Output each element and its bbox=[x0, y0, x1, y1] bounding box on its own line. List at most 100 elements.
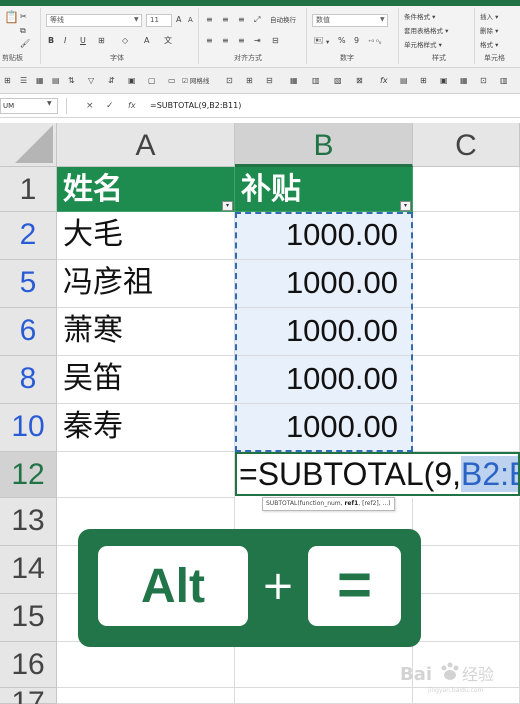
font-name-input[interactable]: 等线 bbox=[46, 14, 142, 27]
bold-button[interactable]: B bbox=[48, 36, 54, 46]
select-all-corner[interactable] bbox=[0, 123, 57, 167]
phonetic-icon[interactable]: 文 bbox=[164, 36, 172, 46]
underline-button[interactable]: U bbox=[80, 36, 86, 46]
subsidy-cell[interactable]: 1000.00 bbox=[235, 404, 413, 452]
font-shrink-icon[interactable]: A bbox=[188, 15, 193, 25]
name-cell[interactable]: 冯彦祖 bbox=[57, 260, 235, 308]
align-bottom-icon[interactable]: ≡ bbox=[238, 15, 245, 25]
insert-button[interactable]: 插入 ▾ bbox=[480, 12, 498, 22]
header-cell-name[interactable]: 姓名 bbox=[57, 167, 235, 212]
toolbar-icon[interactable]: ⊞ bbox=[246, 76, 253, 86]
italic-button[interactable]: I bbox=[64, 36, 66, 46]
cut-icon[interactable]: ✂ bbox=[20, 12, 27, 22]
cell-empty[interactable] bbox=[413, 308, 520, 356]
align-left-icon[interactable]: ≡ bbox=[206, 36, 213, 46]
cell-empty[interactable] bbox=[413, 594, 520, 642]
filter-dropdown-icon[interactable]: ▾ bbox=[400, 201, 411, 211]
confirm-icon[interactable]: ✓ bbox=[106, 100, 114, 112]
cell-empty[interactable] bbox=[235, 642, 413, 688]
insert-function-icon[interactable]: fx bbox=[128, 100, 136, 112]
table-format-button[interactable]: 套用表格格式 ▾ bbox=[404, 26, 448, 36]
align-center-icon[interactable]: ≡ bbox=[222, 36, 229, 46]
subsidy-cell[interactable]: 1000.00 bbox=[235, 212, 413, 260]
sort-icon[interactable]: ⇅ bbox=[68, 76, 75, 86]
align-right-icon[interactable]: ≡ bbox=[238, 36, 245, 46]
row-header-active[interactable]: 12 bbox=[0, 452, 57, 498]
row-header[interactable]: 6 bbox=[0, 308, 57, 356]
name-cell[interactable]: 萧寒 bbox=[57, 308, 235, 356]
cell-empty[interactable] bbox=[57, 642, 235, 688]
toolbar-icon[interactable]: ⊠ bbox=[356, 76, 363, 86]
row-header[interactable]: 13 bbox=[0, 498, 57, 546]
cell-style-button[interactable]: 单元格样式 ▾ bbox=[404, 40, 442, 50]
toolbar-icon[interactable]: ▣ bbox=[440, 76, 448, 86]
gridlines-checkbox[interactable]: ☑ 网格线 bbox=[182, 76, 209, 86]
merge-icon[interactable]: ⊟ bbox=[272, 36, 279, 46]
percent-button[interactable]: % bbox=[338, 36, 346, 46]
toolbar-icon[interactable]: ☰ bbox=[20, 76, 27, 86]
format-painter-icon[interactable]: 🖌 bbox=[20, 39, 30, 49]
paste-icon[interactable]: 📋 bbox=[4, 11, 19, 23]
chevron-down-icon[interactable]: ▼ bbox=[47, 100, 52, 107]
name-cell[interactable]: 大毛 bbox=[57, 212, 235, 260]
row-header[interactable]: 15 bbox=[0, 594, 57, 642]
align-top-icon[interactable]: ≡ bbox=[206, 15, 213, 25]
comma-style-button[interactable]: 9 bbox=[354, 36, 359, 46]
delete-button[interactable]: 删除 ▾ bbox=[480, 26, 498, 36]
fill-color-icon[interactable]: ◇ bbox=[122, 36, 128, 46]
header-cell-subsidy[interactable]: 补贴 bbox=[235, 167, 413, 212]
row-header[interactable]: 10 bbox=[0, 404, 57, 452]
align-middle-icon[interactable]: ≡ bbox=[222, 15, 229, 25]
orientation-icon[interactable]: ⤢ bbox=[254, 15, 260, 25]
cell-empty[interactable] bbox=[413, 167, 520, 212]
wrap-text-button[interactable]: 自动换行 bbox=[270, 15, 296, 25]
toolbar-icon[interactable]: ⊞ bbox=[420, 76, 427, 86]
font-size-input[interactable]: 11 bbox=[146, 14, 172, 27]
subsidy-cell[interactable]: 1000.00 bbox=[235, 356, 413, 404]
toolbar-icon[interactable]: ⊞ bbox=[4, 76, 11, 86]
name-cell[interactable]: 吴笛 bbox=[57, 356, 235, 404]
cell-empty[interactable] bbox=[413, 260, 520, 308]
editing-cell[interactable]: =SUBTOTAL(9,B2:B11 bbox=[235, 452, 520, 496]
row-header[interactable]: 2 bbox=[0, 212, 57, 260]
decimal-buttons[interactable]: ⁺⁰ ⁰₀ bbox=[368, 37, 381, 47]
row-header[interactable]: 17 bbox=[0, 688, 57, 704]
toolbar-icon[interactable]: ⊡ bbox=[480, 76, 487, 86]
toolbar-icon[interactable]: ▤ bbox=[52, 76, 60, 86]
cell-empty[interactable] bbox=[57, 452, 235, 498]
toolbar-icon[interactable]: ▦ bbox=[36, 76, 44, 86]
formula-input[interactable]: =SUBTOTAL(9,B2:B11) bbox=[150, 100, 241, 112]
cell-empty[interactable] bbox=[413, 356, 520, 404]
toolbar-icon[interactable]: ▥ bbox=[500, 76, 508, 86]
sort-icon[interactable]: ⇵ bbox=[108, 76, 115, 86]
cancel-icon[interactable]: × bbox=[86, 100, 94, 112]
toolbar-icon[interactable]: ▭ bbox=[168, 76, 176, 86]
chevron-down-icon[interactable]: ▼ bbox=[134, 16, 139, 23]
toolbar-icon[interactable]: ⊟ bbox=[266, 76, 273, 86]
font-grow-icon[interactable]: A bbox=[176, 15, 181, 25]
format-button[interactable]: 格式 ▾ bbox=[480, 40, 498, 50]
row-header[interactable]: 8 bbox=[0, 356, 57, 404]
cell-empty[interactable] bbox=[57, 688, 235, 704]
column-header-b[interactable]: B bbox=[235, 123, 413, 167]
row-header[interactable]: 16 bbox=[0, 642, 57, 688]
copy-icon[interactable]: ⧉ bbox=[20, 26, 26, 36]
number-format-select[interactable]: 数值 bbox=[312, 14, 388, 27]
subsidy-cell[interactable]: 1000.00 bbox=[235, 260, 413, 308]
subsidy-cell[interactable]: 1000.00 bbox=[235, 308, 413, 356]
borders-icon[interactable]: ⊞ bbox=[98, 36, 105, 46]
cell-empty[interactable] bbox=[413, 546, 520, 594]
currency-icon[interactable]: 🖭 bbox=[314, 36, 323, 46]
toolbar-icon[interactable]: ▥ bbox=[312, 76, 320, 86]
toolbar-icon[interactable]: ⊡ bbox=[226, 76, 233, 86]
cell-empty[interactable] bbox=[413, 212, 520, 260]
toolbar-icon[interactable]: ▦ bbox=[290, 76, 298, 86]
conditional-format-button[interactable]: 条件格式 ▾ bbox=[404, 12, 435, 22]
cell-empty[interactable] bbox=[413, 404, 520, 452]
toolbar-icon[interactable]: ▧ bbox=[334, 76, 342, 86]
filter-icon[interactable]: ▽ bbox=[88, 76, 94, 86]
row-header[interactable]: 5 bbox=[0, 260, 57, 308]
filter-dropdown-icon[interactable]: ▾ bbox=[222, 201, 233, 211]
font-color-icon[interactable]: A bbox=[144, 36, 149, 46]
toolbar-icon[interactable]: ▣ bbox=[128, 76, 136, 86]
